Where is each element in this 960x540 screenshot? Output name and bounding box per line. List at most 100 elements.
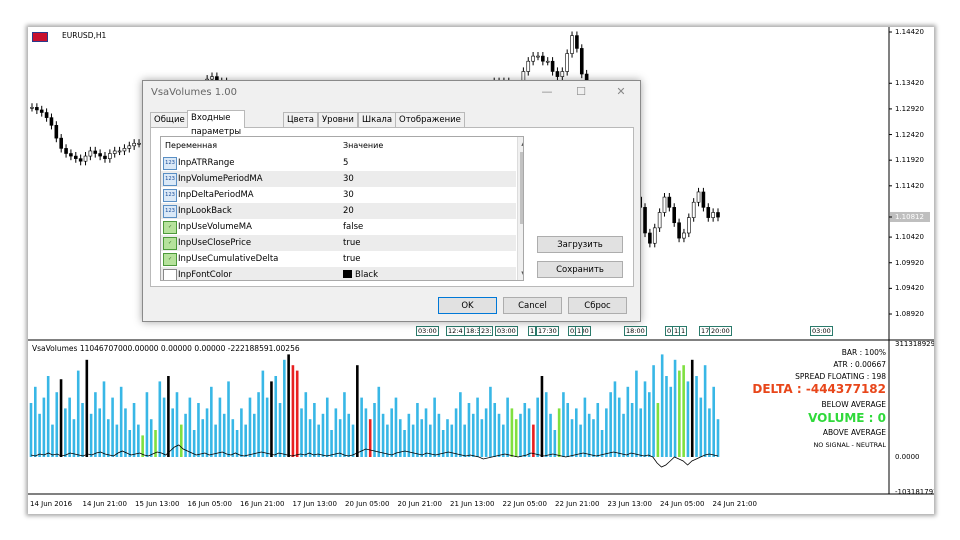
volume-bar <box>111 397 114 457</box>
indicator-axis-top: 3113189294 <box>895 340 934 348</box>
parameter-row[interactable]: 123 InpATRRange 5 <box>161 155 516 171</box>
ok-button[interactable]: OK <box>438 297 497 314</box>
time-tick-label: 21 Jun 13:00 <box>450 500 495 508</box>
parameter-row[interactable]: ✓ InpUseCumulativeDelta true <box>161 251 516 267</box>
volume-bar <box>261 370 265 457</box>
volume-bar <box>218 397 222 457</box>
volume-bar <box>81 403 84 457</box>
volume-bar <box>167 376 170 457</box>
volume-bar <box>708 408 711 457</box>
candle-body <box>550 60 555 72</box>
volume-bar <box>158 381 162 457</box>
load-button[interactable]: Загрузить <box>537 236 623 253</box>
volume-bar <box>287 354 290 457</box>
scroll-thumb[interactable] <box>520 152 523 224</box>
volume-bar <box>257 392 260 457</box>
volume-bar <box>656 403 660 457</box>
volume-bar <box>46 376 50 457</box>
volume-bar <box>562 392 565 457</box>
volume-bar <box>553 430 557 457</box>
color-type-icon <box>163 269 177 280</box>
grid-scrollbar[interactable]: ▲ ▼ <box>517 137 523 280</box>
tab-display[interactable]: Отображение <box>395 112 465 127</box>
scroll-down-icon[interactable]: ▼ <box>518 268 523 280</box>
volume-bar <box>570 419 574 457</box>
tab-general[interactable]: Общие <box>150 112 189 127</box>
cancel-button[interactable]: Cancel <box>503 297 562 314</box>
volume-bar <box>386 424 389 457</box>
volume-bar <box>179 424 183 457</box>
candle-body <box>677 222 681 239</box>
volume-bar <box>283 359 286 457</box>
info-above-average: ABOVE AVERAGE <box>822 428 886 437</box>
parameter-row[interactable]: 123 InpLookBack 20 <box>161 203 516 219</box>
tab-levels[interactable]: Уровни <box>318 112 358 127</box>
candle-body <box>93 150 98 154</box>
parameter-row[interactable]: 123 InpDeltaPeriodMA 30 <box>161 187 516 203</box>
volume-bar <box>115 424 119 457</box>
volume-bar <box>89 413 93 457</box>
parameters-grid[interactable]: Переменная Значение 123 InpATRRange 5 123 In… <box>160 136 524 281</box>
indicator-axis-zero: 0.0000 <box>895 453 920 461</box>
volume-bar <box>175 392 179 457</box>
parameter-value[interactable]: true <box>343 238 360 248</box>
candle-body <box>706 207 711 218</box>
volume-bar <box>76 370 80 457</box>
candle-body <box>560 71 565 77</box>
parameter-value[interactable]: Black <box>343 270 378 280</box>
column-value[interactable]: Значение <box>343 141 383 150</box>
boolean-type-icon: ✓ <box>163 221 177 234</box>
volume-bar <box>42 397 46 457</box>
candle-body <box>687 217 691 234</box>
volume-bar <box>98 408 101 457</box>
parameter-row[interactable]: ✓ InpUseVolumeMA false <box>161 219 516 235</box>
volume-bar <box>197 403 200 457</box>
volume-bar <box>648 392 651 457</box>
session-tag: 03:00 <box>416 326 439 336</box>
tab-scale[interactable]: Шкала <box>358 112 397 127</box>
price-tick-label: 1.11420 <box>895 181 924 190</box>
scroll-up-icon[interactable]: ▲ <box>518 137 523 149</box>
close-icon[interactable]: ✕ <box>609 84 633 100</box>
candle-body <box>565 53 569 72</box>
price-tick-label: 1.10812 <box>895 212 924 221</box>
tab-colors[interactable]: Цвета <box>283 112 318 127</box>
info-atr: ATR : 0.00667 <box>833 360 886 369</box>
maximize-icon[interactable]: ☐ <box>569 84 593 100</box>
candle-body <box>643 207 647 234</box>
save-button[interactable]: Сохранить <box>537 261 623 278</box>
column-variable[interactable]: Переменная <box>165 141 217 150</box>
candle-body <box>575 35 579 49</box>
volume-bar <box>222 413 226 457</box>
minimize-icon[interactable]: — <box>535 84 559 100</box>
parameter-name: InpUseVolumeMA <box>178 222 252 232</box>
inputs-panel: Переменная Значение 123 InpATRRange 5 123 In… <box>150 127 634 287</box>
volume-bar <box>330 430 333 457</box>
parameter-value[interactable]: 5 <box>343 158 348 168</box>
volume-bar <box>617 397 621 457</box>
reset-button[interactable]: Сброс <box>568 297 627 314</box>
integer-type-icon: 123 <box>163 205 177 218</box>
info-spread: SPREAD FLOATING : 198 <box>795 372 886 381</box>
volume-bar <box>613 381 617 457</box>
parameter-row[interactable]: InpFontColor Black <box>161 267 516 280</box>
candle-body <box>531 55 535 62</box>
parameter-value[interactable]: 30 <box>343 190 354 200</box>
parameter-row[interactable]: 123 InpVolumePeriodMA 30 <box>161 171 516 187</box>
volume-bar <box>29 403 33 457</box>
parameter-value[interactable]: true <box>343 254 360 264</box>
volume-bar <box>446 419 449 457</box>
candle-body <box>672 207 677 224</box>
parameter-value[interactable]: 30 <box>343 174 354 184</box>
tab-inputs[interactable]: Входные параметры <box>187 110 246 137</box>
parameter-value[interactable]: false <box>343 222 363 232</box>
candle-body <box>545 60 550 63</box>
session-tag: 12:4 <box>446 326 465 336</box>
candle-body <box>555 71 560 77</box>
parameter-value[interactable]: 20 <box>343 206 354 216</box>
price-tick-label: 1.09920 <box>895 258 924 267</box>
parameter-row[interactable]: ✓ InpUseClosePrice true <box>161 235 516 251</box>
volume-bar <box>609 392 612 457</box>
volume-bar <box>137 424 140 457</box>
volume-bar <box>583 397 587 457</box>
